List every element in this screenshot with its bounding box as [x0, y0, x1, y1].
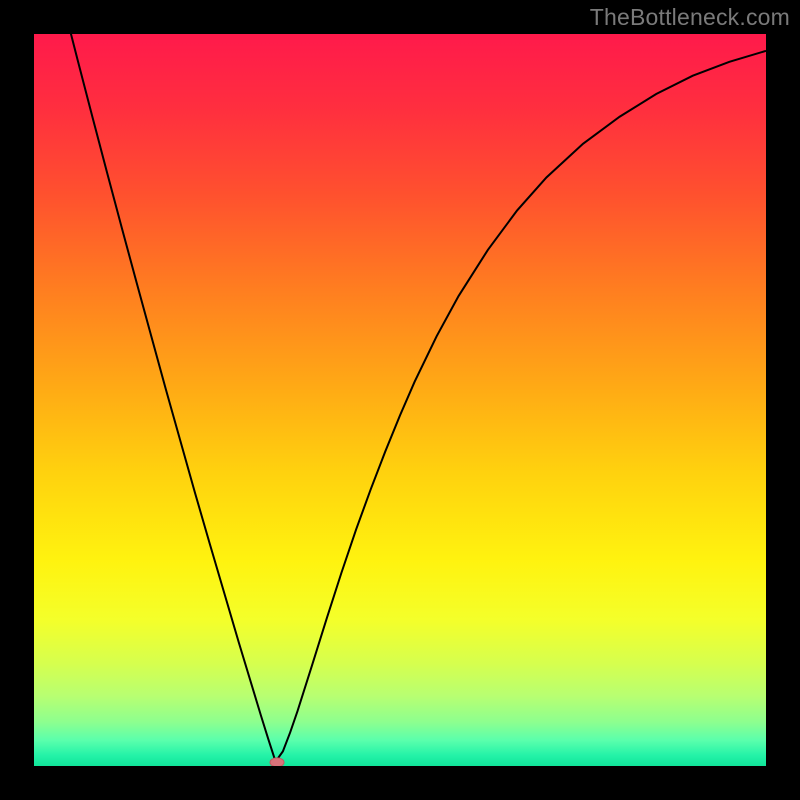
optimum-marker: [270, 758, 284, 766]
chart-frame: TheBottleneck.com: [0, 0, 800, 800]
gradient-background: [34, 34, 766, 766]
bottleneck-chart: [34, 34, 766, 766]
attribution-label: TheBottleneck.com: [590, 4, 790, 31]
plot-area: [34, 34, 766, 766]
